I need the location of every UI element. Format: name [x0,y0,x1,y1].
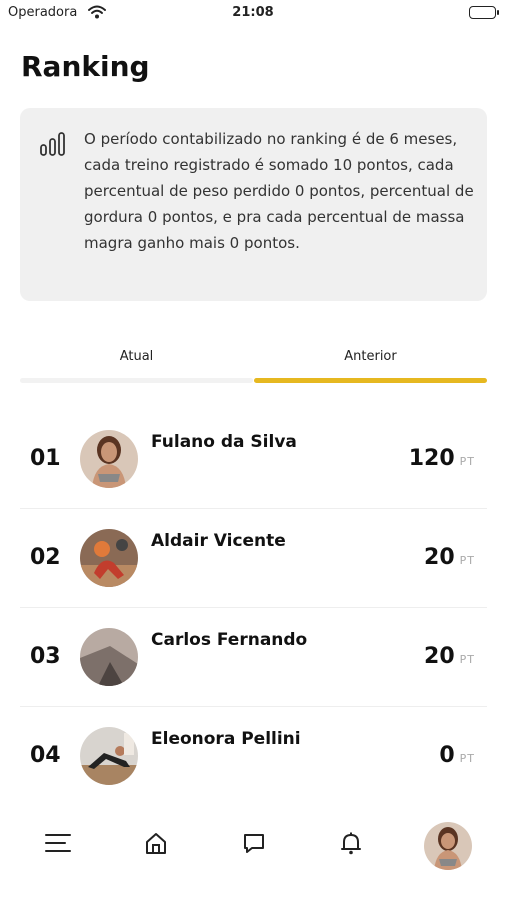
score: 120 PT [409,446,475,471]
home-icon[interactable] [136,823,176,863]
battery-icon [469,6,499,19]
avatar [80,430,138,488]
ranking-tabs: Atual Anterior [20,340,487,384]
tab-anterior-indicator [254,378,487,383]
status-bar: Operadora 21:08 [0,0,506,28]
tab-anterior[interactable]: Anterior [254,340,487,384]
tab-anterior-label: Anterior [344,349,397,364]
chat-icon[interactable] [234,823,274,863]
score-unit: PT [459,653,475,666]
clock: 21:08 [232,5,274,20]
profile-avatar[interactable] [424,822,472,870]
ranking-rules-text: O período contabilizado no ranking é de … [84,130,474,252]
rank-position: 02 [30,545,61,570]
athlete-name: Eleonora Pellini [151,729,301,749]
tab-atual-indicator [20,378,253,383]
score-value: 0 [439,743,455,768]
tab-atual-label: Atual [119,349,154,364]
score-unit: PT [459,752,475,765]
avatar [80,727,138,785]
athlete-name: Fulano da Silva [151,432,297,452]
athlete-name: Aldair Vicente [151,531,286,551]
avatar [80,529,138,587]
ranking-row[interactable]: 03 Carlos Fernando 20 PT [20,608,487,707]
tab-atual[interactable]: Atual [20,340,253,384]
rank-position: 03 [30,644,61,669]
bottom-nav [0,815,506,880]
ranking-row[interactable]: 01 Fulano da Silva 120 PT [20,410,487,509]
ranking-info-card: O período contabilizado no ranking é de … [20,108,487,301]
score-value: 20 [424,644,455,669]
score: 20 PT [424,644,475,669]
score-value: 20 [424,545,455,570]
rank-position: 01 [30,446,61,471]
score-value: 120 [408,446,455,471]
score: 20 PT [424,545,475,570]
ranking-list: 01 Fulano da Silva 120 PT 02 Aldair Vice… [20,410,487,806]
score-unit: PT [459,455,475,468]
page-title: Ranking [21,50,150,83]
score: 0 PT [439,743,475,768]
athlete-name: Carlos Fernando [151,630,308,650]
menu-icon[interactable] [38,823,78,863]
bar-chart-icon [40,131,66,157]
ranking-row[interactable]: 04 Eleonora Pellini 0 PT [20,707,487,806]
avatar [80,628,138,686]
score-unit: PT [459,554,475,567]
ranking-row[interactable]: 02 Aldair Vicente 20 PT [20,509,487,608]
rank-position: 04 [30,743,61,768]
bell-icon[interactable] [331,823,371,863]
